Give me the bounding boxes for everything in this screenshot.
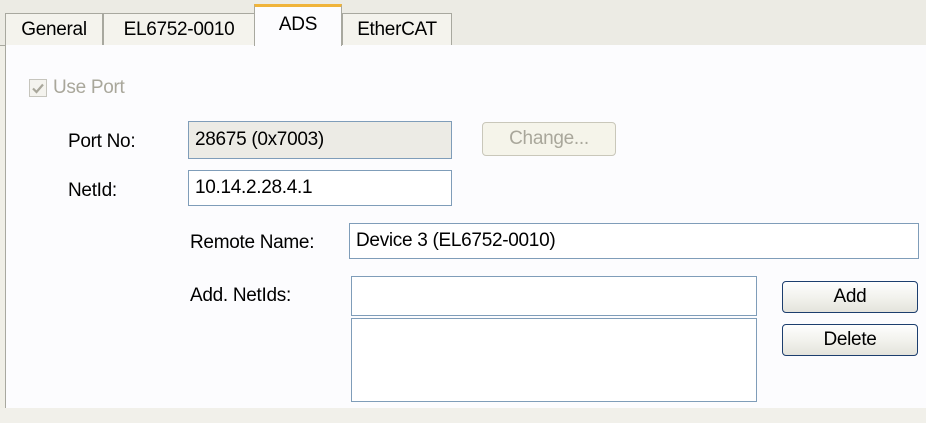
port-no-label: Port No: <box>68 131 136 152</box>
add-netids-label: Add. NetIds: <box>190 285 291 306</box>
add-netids-list[interactable] <box>351 318 757 402</box>
tab-ads[interactable]: ADS <box>254 4 342 46</box>
panel-bottom-edge <box>0 408 926 423</box>
remote-name-field[interactable]: Device 3 (EL6752-0010) <box>349 223 919 259</box>
tab-ethercat[interactable]: EtherCAT <box>342 13 452 45</box>
netid-value: 10.14.2.28.4.1 <box>195 177 313 198</box>
tab-el6752-0010[interactable]: EL6752-0010 <box>103 13 255 45</box>
netid-field[interactable]: 10.14.2.28.4.1 <box>188 170 452 206</box>
port-no-field: 28675 (0x7003) <box>188 121 452 159</box>
delete-button[interactable]: Delete <box>782 324 918 356</box>
netid-label: NetId: <box>68 180 117 201</box>
check-icon <box>32 83 44 94</box>
add-netid-input[interactable] <box>351 276 757 316</box>
port-no-value: 28675 (0x7003) <box>195 129 324 150</box>
remote-name-value: Device 3 (EL6752-0010) <box>356 230 556 251</box>
tab-bar: General EL6752-0010 ADS EtherCAT <box>0 0 926 46</box>
tab-general[interactable]: General <box>5 13 103 45</box>
add-button[interactable]: Add <box>782 281 918 313</box>
use-port-label: Use Port <box>53 77 125 98</box>
use-port-checkbox[interactable] <box>29 79 47 97</box>
remote-name-label: Remote Name: <box>190 232 315 253</box>
change-button[interactable]: Change... <box>482 122 616 156</box>
